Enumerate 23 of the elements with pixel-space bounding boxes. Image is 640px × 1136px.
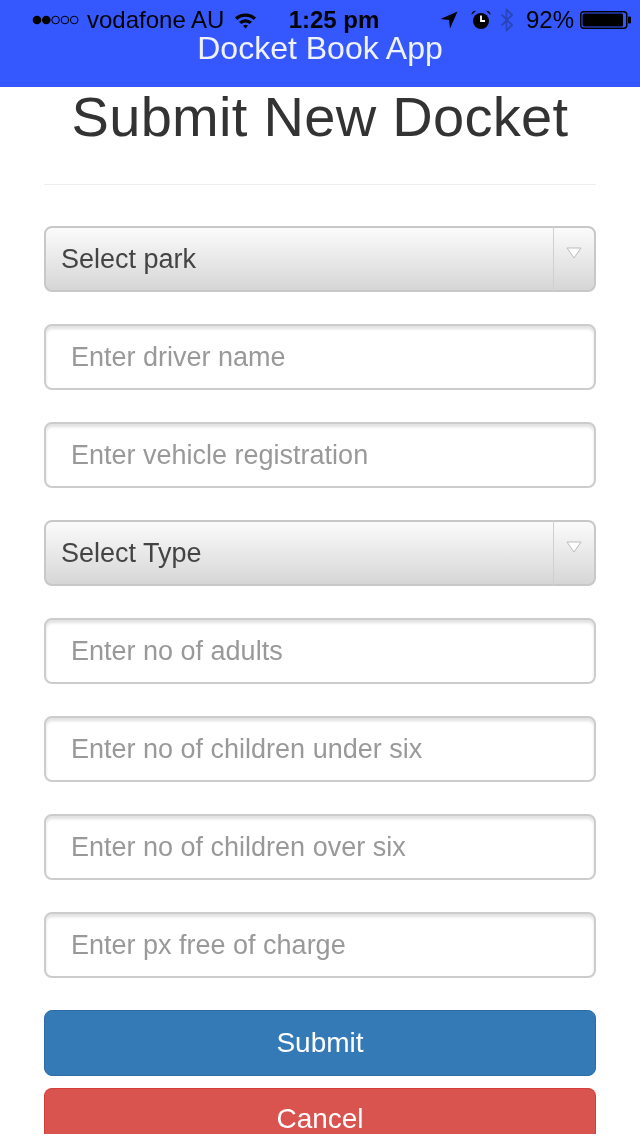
text-field[interactable]: Enter no of children under six: [44, 716, 596, 782]
wifi-icon: [234, 11, 258, 29]
text-field[interactable]: Enter px free of charge: [44, 912, 596, 978]
battery-icon: [580, 11, 632, 29]
text-field[interactable]: Enter no of adults: [44, 618, 596, 684]
dropdown-select[interactable]: Select Type: [44, 520, 596, 586]
carrier-name: vodafone AU: [87, 8, 225, 32]
app-title: Docket Book App: [197, 32, 443, 64]
clock-time: 1:25 pm: [287, 8, 380, 32]
bluetooth-icon: [499, 8, 514, 32]
text-field[interactable]: Enter no of children over six: [44, 814, 596, 880]
dropdown-caret-icon: [566, 541, 582, 553]
battery-percentage: 92%: [525, 8, 574, 32]
alarm-clock-icon: [470, 10, 491, 30]
location-arrow-icon: [439, 11, 458, 29]
dropdown-select[interactable]: Select park: [44, 226, 596, 292]
signal-strength-icon: [32, 15, 79, 25]
text-field[interactable]: Enter driver name: [44, 324, 596, 390]
page-heading: Submit New Docket: [70, 87, 570, 147]
submit-button[interactable]: Submit: [44, 1010, 596, 1076]
text-field[interactable]: Enter vehicle registration: [44, 422, 596, 488]
dropdown-caret-icon: [566, 247, 582, 259]
cancel-button[interactable]: Cancel: [44, 1088, 596, 1134]
